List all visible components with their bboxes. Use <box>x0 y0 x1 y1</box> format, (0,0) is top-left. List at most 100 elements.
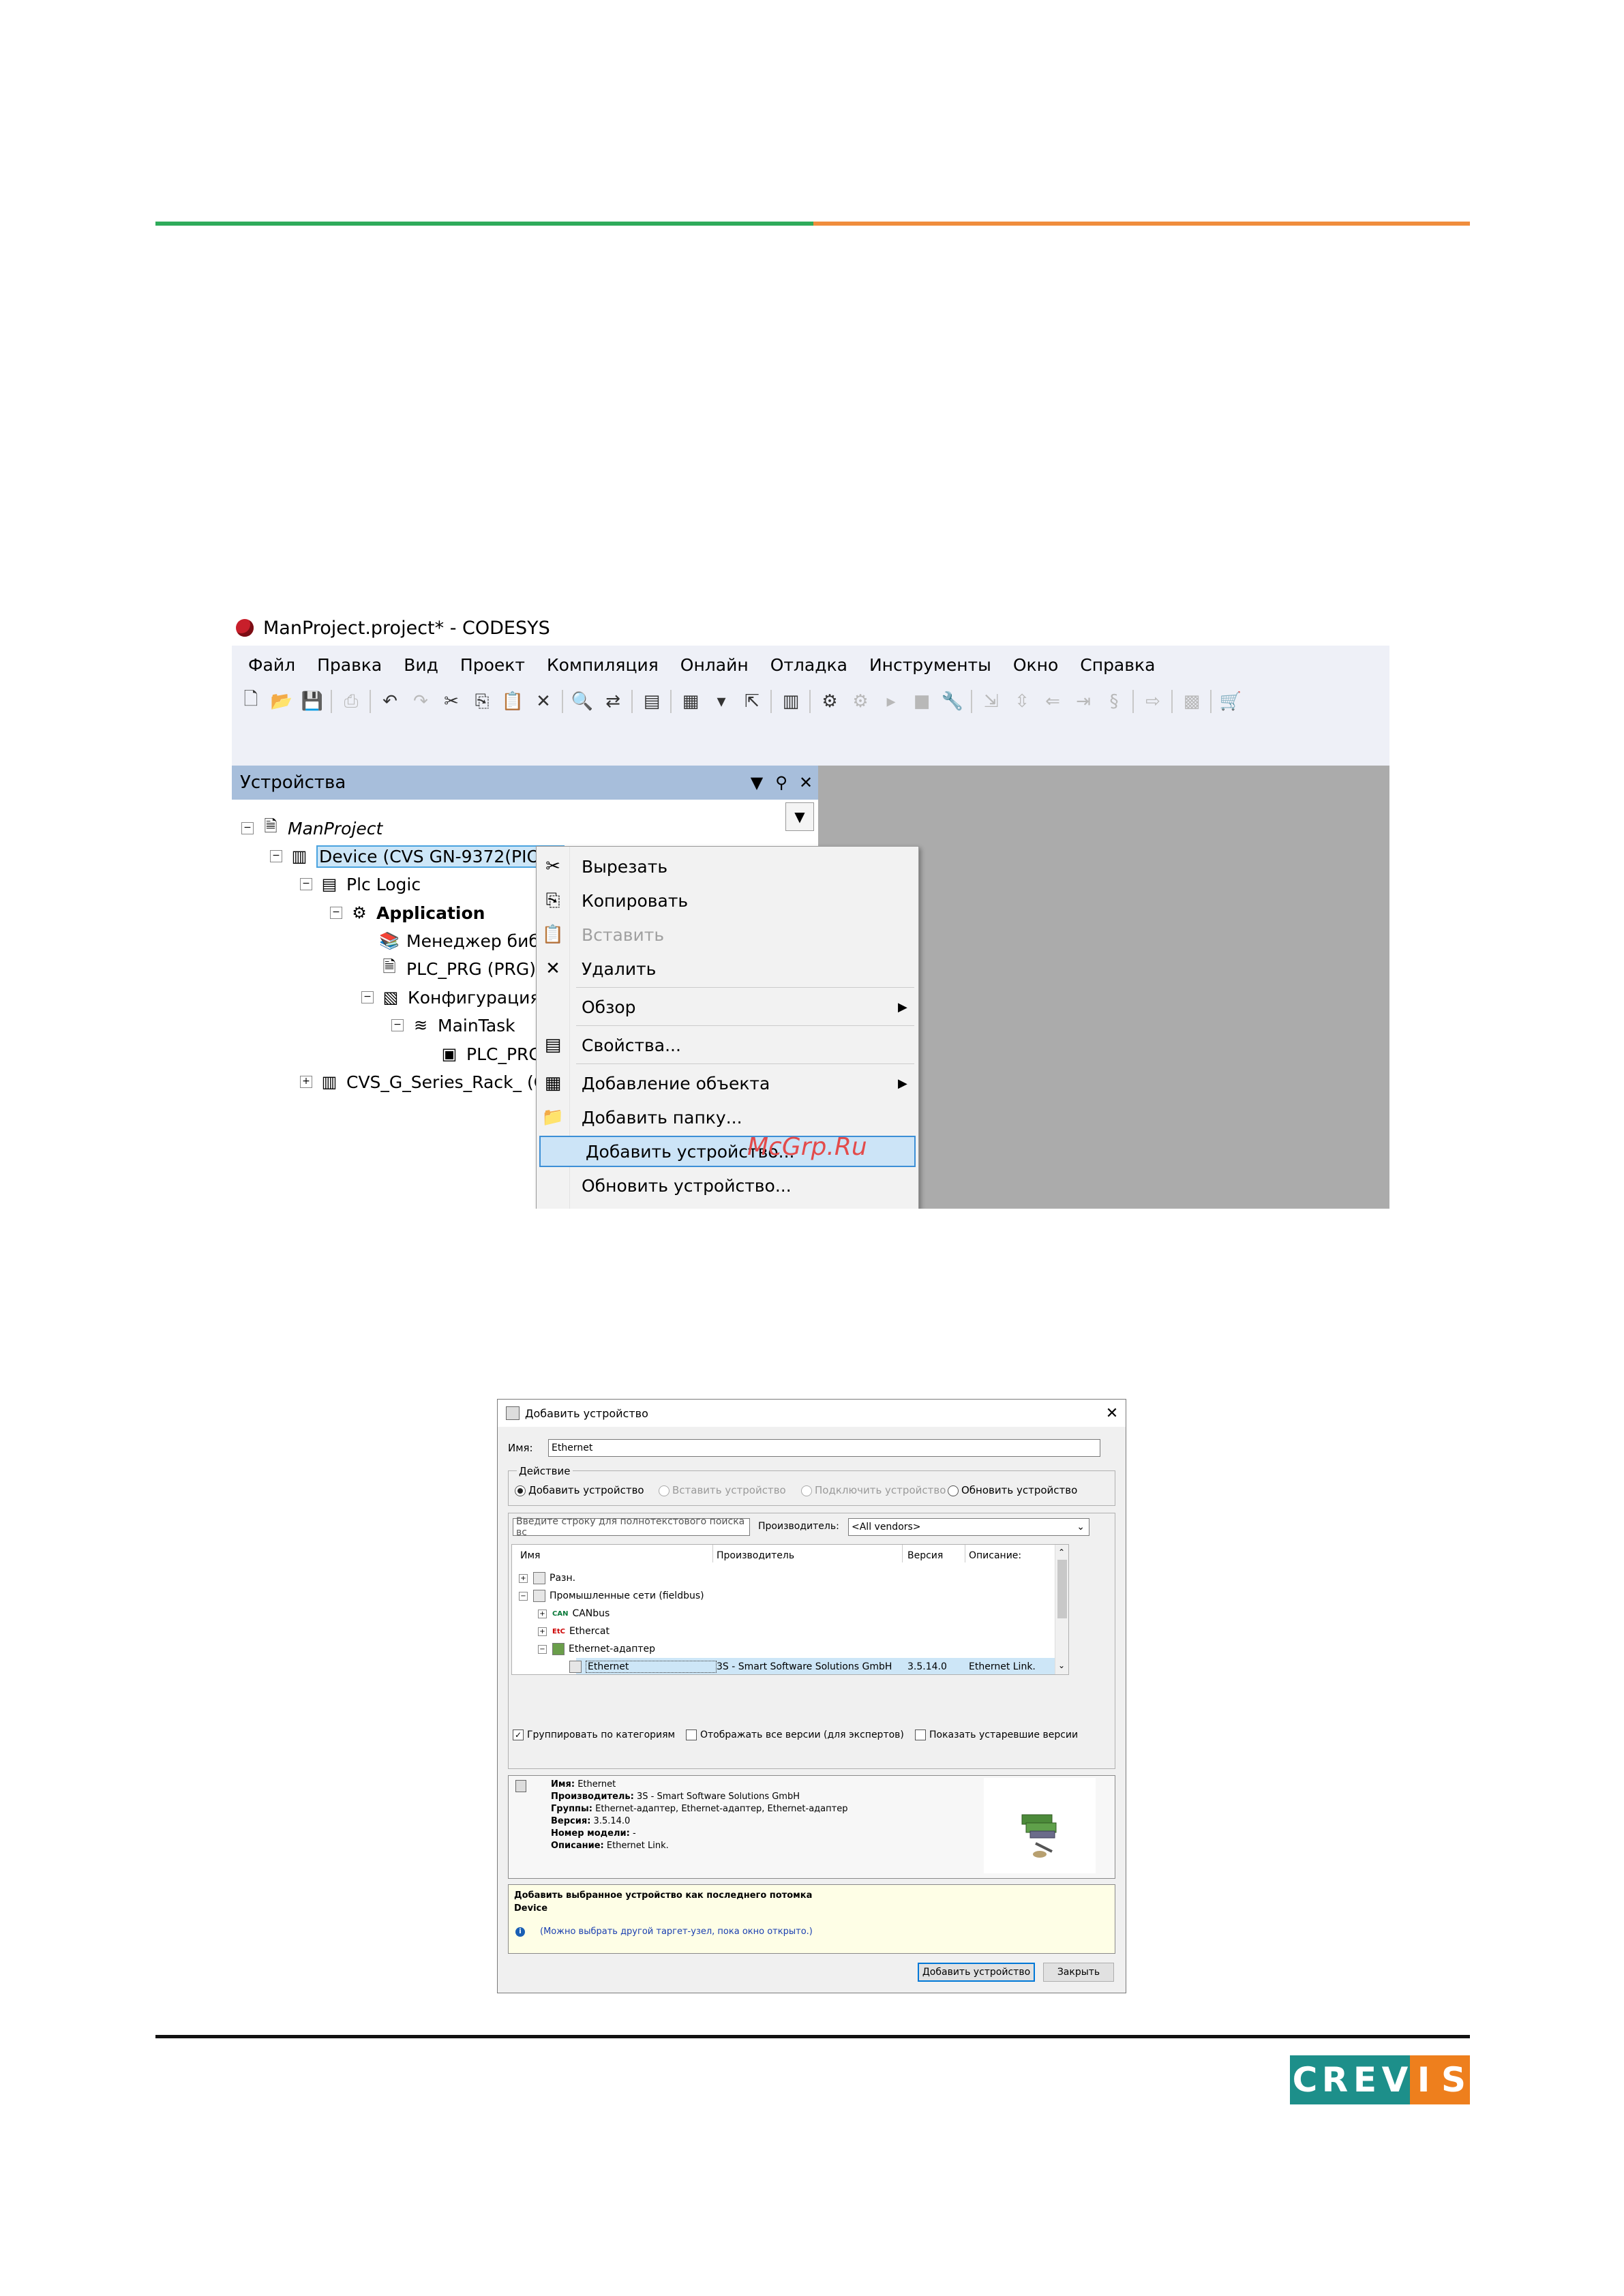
run-to-cursor-icon[interactable]: ⇥ <box>1072 690 1095 713</box>
list-item[interactable]: + EtC Ethercat <box>538 1622 610 1640</box>
tree-node-library-manager[interactable]: 📚 Менеджер библ <box>379 927 550 954</box>
menu-project[interactable]: Проект <box>460 655 525 675</box>
ctx-add-folder[interactable]: 📁 Добавить папку... <box>537 1102 918 1133</box>
menu-window[interactable]: Окно <box>1013 655 1058 675</box>
tree-node-task-config[interactable]: − ▧ Конфигурация з <box>361 984 555 1011</box>
window-title-bar: ManProject.project* - CODESYS <box>232 610 1389 646</box>
tree-node-plc-prg[interactable]: 🗎 PLC_PRG (PRG) <box>379 955 536 982</box>
menu-tools[interactable]: Инструменты <box>869 655 991 675</box>
menu-view[interactable]: Вид <box>404 655 438 675</box>
dialog-title-bar: Добавить устройство ✕ <box>498 1400 1126 1427</box>
radio-insert-device[interactable]: Вставить устройство <box>659 1484 786 1496</box>
checkbox-show-all-versions[interactable]: Отображать все версии (для экспертов) <box>686 1729 904 1740</box>
cart-icon[interactable]: 🛒 <box>1219 690 1242 713</box>
device-icon[interactable]: ▥ <box>779 690 802 713</box>
menu-build[interactable]: Компиляция <box>547 655 659 675</box>
paste-icon[interactable]: 📋 <box>501 690 524 713</box>
vendor-select[interactable]: <All vendors> ⌄ <box>848 1518 1089 1536</box>
save-icon[interactable]: 💾 <box>301 690 324 713</box>
menu-file[interactable]: Файл <box>248 655 295 675</box>
print-icon[interactable]: ⎙ <box>340 690 363 713</box>
list-item[interactable]: − Ethernet-адаптер <box>538 1640 655 1658</box>
radio-plug-device[interactable]: Подключить устройство <box>801 1484 946 1496</box>
ctx-copy[interactable]: ⎘ Копировать <box>537 885 918 916</box>
name-label: Имя: <box>508 1442 533 1454</box>
checkbox-group-by-category[interactable]: ✓ Группировать по категориям <box>513 1729 675 1740</box>
col-vendor[interactable]: Производитель <box>717 1550 794 1561</box>
replace-icon[interactable]: ⇄ <box>601 690 625 713</box>
export-icon[interactable]: ⇱ <box>740 690 764 713</box>
panel-title: Устройства <box>240 772 346 793</box>
find-icon[interactable]: 🔍 <box>571 690 594 713</box>
menu-help[interactable]: Справка <box>1080 655 1155 675</box>
panel-dropdown-icon[interactable]: ▼ <box>745 773 769 792</box>
step-into-icon[interactable]: ⇲ <box>980 690 1003 713</box>
ctx-cut[interactable]: ✂ Вырезать <box>537 851 918 882</box>
toolbar: 🗋 📂 💾 ⎙ ↶ ↷ ✂ ⎘ 📋 ✕ 🔍 ⇄ ▤ ▦ ▾ ⇱ ▥ ⚙ ⚙ ▸ … <box>232 684 1389 719</box>
delete-icon[interactable]: ✕ <box>532 690 555 713</box>
open-folder-icon[interactable]: 📂 <box>270 690 293 713</box>
tree-node-application[interactable]: − ⚙ Application <box>330 899 485 926</box>
tree-node-device[interactable]: − ▥ Device (CVS GN-9372(PIO)) <box>270 843 565 870</box>
tree-node-rack[interactable]: + ▥ CVS_G_Series_Rack_ (CV <box>300 1068 557 1096</box>
step-out-icon[interactable]: ⇐ <box>1041 690 1064 713</box>
panel-close-icon[interactable]: ✕ <box>794 773 818 792</box>
properties-icon[interactable]: ▤ <box>640 690 663 713</box>
add-object-icon: ▦ <box>544 1073 562 1093</box>
col-description[interactable]: Описание: <box>969 1550 1021 1561</box>
ctx-add-object[interactable]: ▦ Добавление объекта ▶ <box>537 1068 918 1099</box>
list-item-selected[interactable]: Ethernet 3S - Smart Software Solutions G… <box>569 1658 1047 1674</box>
panel-scroll-dropdown[interactable]: ▼ <box>785 802 814 831</box>
monitor-icon[interactable]: ▩ <box>1180 690 1203 713</box>
menu-debug[interactable]: Отладка <box>770 655 847 675</box>
ctx-paste[interactable]: 📋 Вставить <box>537 919 918 950</box>
close-icon[interactable]: ✕ <box>1098 1405 1126 1422</box>
menu-edit[interactable]: Правка <box>317 655 382 675</box>
tree-node-plc-logic[interactable]: − ▤ Plc Logic <box>300 871 421 898</box>
dropdown-icon[interactable]: ▾ <box>710 690 733 713</box>
new-file-icon[interactable]: 🗋 <box>239 689 262 713</box>
panel-pin-icon[interactable]: ⚲ <box>769 773 794 792</box>
device-icon: ▥ <box>291 847 307 866</box>
category-icon <box>533 1572 545 1584</box>
tools-icon[interactable]: 🔧 <box>941 690 964 713</box>
ctx-properties[interactable]: ▤ Свойства... <box>537 1029 918 1061</box>
devices-panel-header: Устройства ▼ ⚲ ✕ <box>232 766 818 800</box>
ctx-update-device[interactable]: Обновить устройство... <box>537 1170 918 1201</box>
search-input[interactable]: Введите строку для полнотекстового поиск… <box>513 1516 750 1538</box>
breakpoint-icon[interactable]: § <box>1102 690 1126 713</box>
start-icon[interactable]: ▸ <box>879 690 903 713</box>
list-item[interactable]: + Разн. <box>519 1569 575 1587</box>
device-icon <box>569 1661 582 1673</box>
copy-icon[interactable]: ⎘ <box>470 690 494 713</box>
pou-icon: 🗎 <box>382 956 396 976</box>
radio-add-device[interactable]: Добавить устройство <box>515 1484 644 1496</box>
step-over-icon[interactable]: ⇳ <box>1010 690 1034 713</box>
canbus-icon: CAN <box>552 1610 569 1618</box>
stop-icon[interactable]: ■ <box>910 690 933 713</box>
ctx-browse[interactable]: Обзор ▶ <box>537 991 918 1023</box>
list-item[interactable]: + CAN CANbus <box>538 1605 610 1622</box>
tree-node-plc-prg-call[interactable]: ▣ PLC_PRG <box>439 1040 542 1068</box>
cut-icon[interactable]: ✂ <box>440 690 463 713</box>
tree-node-maintask[interactable]: − ≋ MainTask <box>391 1012 515 1039</box>
undo-icon[interactable]: ↶ <box>378 690 402 713</box>
tree-node-project[interactable]: − 🗎 ManProject <box>241 815 382 842</box>
build-icon[interactable]: ⚙ <box>818 690 841 713</box>
close-button[interactable]: Закрыть <box>1043 1963 1114 1982</box>
ctx-delete[interactable]: ✕ Удалить <box>537 953 918 984</box>
name-field[interactable]: Ethernet <box>548 1439 1100 1457</box>
add-device-button[interactable]: Добавить устройство <box>918 1963 1035 1982</box>
col-name[interactable]: Имя <box>520 1550 540 1561</box>
watermark: McGrp.Ru <box>747 1133 867 1161</box>
next-icon[interactable]: ⇨ <box>1141 690 1164 713</box>
list-scrollbar[interactable]: ⌃ ⌄ <box>1055 1545 1068 1674</box>
checkbox-show-outdated[interactable]: Показать устаревшие версии <box>915 1729 1078 1740</box>
col-version[interactable]: Версия <box>907 1550 943 1561</box>
menu-online[interactable]: Онлайн <box>680 655 749 675</box>
rebuild-icon[interactable]: ⚙ <box>849 690 872 713</box>
list-item[interactable]: − Промышленные сети (fieldbus) <box>519 1587 704 1605</box>
add-object-icon[interactable]: ▦ <box>679 690 702 713</box>
radio-update-device[interactable]: Обновить устройство <box>948 1484 1077 1496</box>
redo-icon[interactable]: ↷ <box>409 690 432 713</box>
